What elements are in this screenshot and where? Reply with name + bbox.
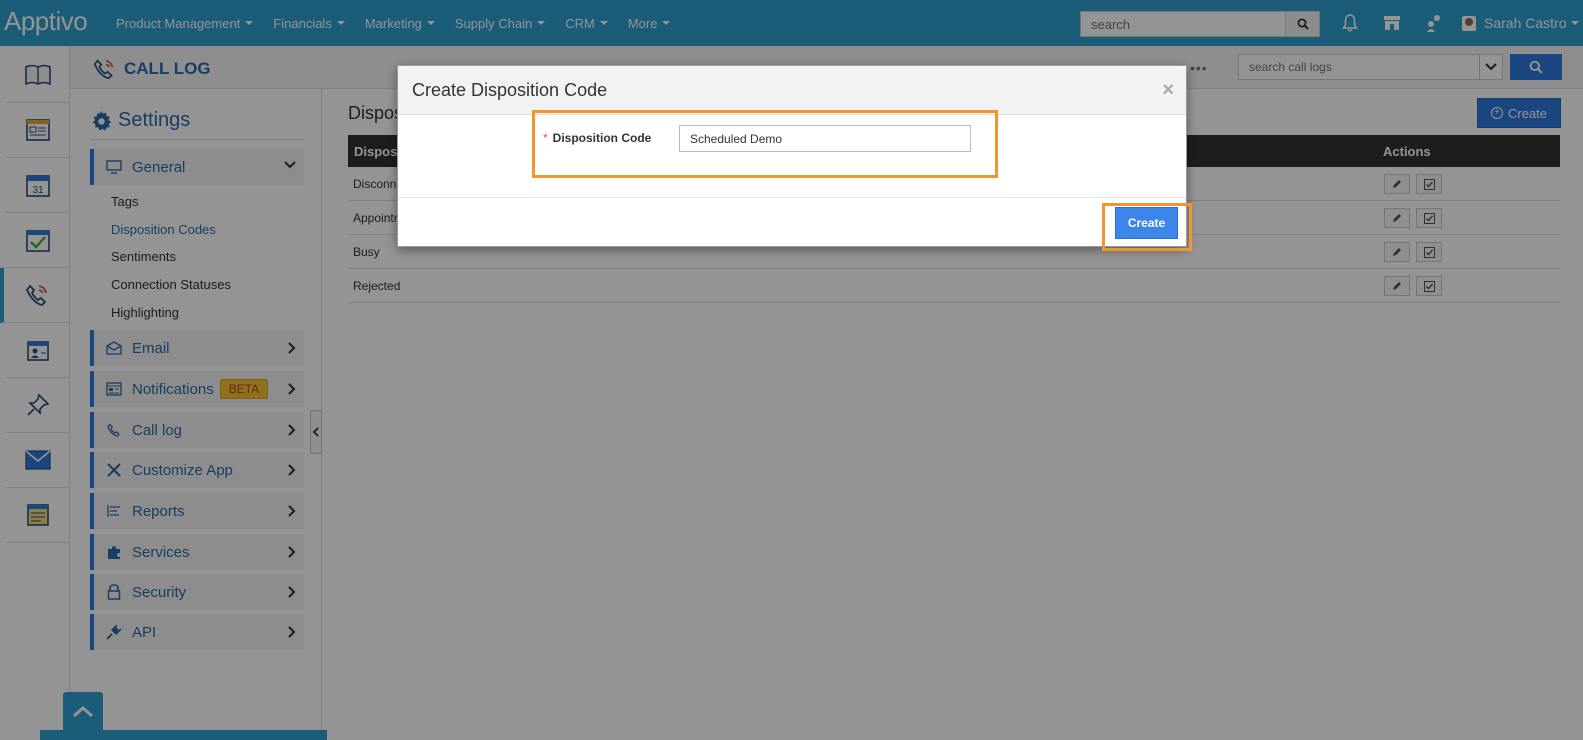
field-highlight-box xyxy=(532,110,998,178)
modal-header: Create Disposition Code × xyxy=(398,66,1186,115)
divider xyxy=(398,197,1186,198)
button-highlight-box xyxy=(1102,203,1192,251)
modal-title: Create Disposition Code xyxy=(412,80,608,100)
close-icon[interactable]: × xyxy=(1162,79,1174,102)
